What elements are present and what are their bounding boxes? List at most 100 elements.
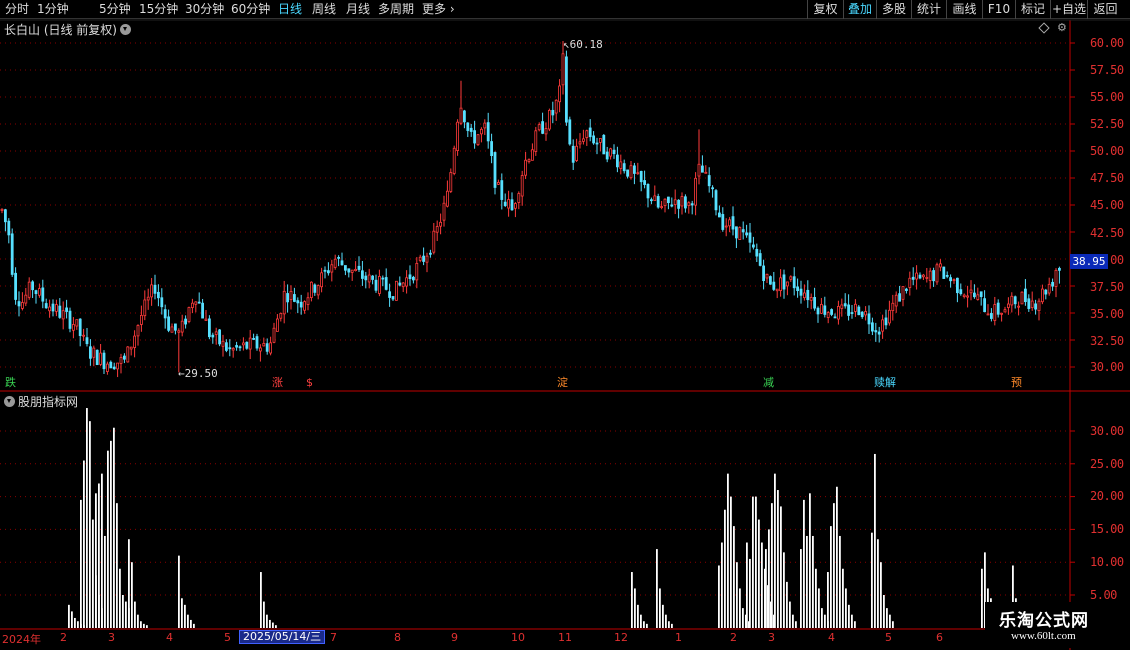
signal-marker[interactable]: 淀 bbox=[556, 376, 569, 390]
candle-body bbox=[877, 331, 881, 335]
signal-marker[interactable]: 跌 bbox=[4, 376, 17, 390]
candle-body bbox=[221, 340, 225, 347]
candle-body bbox=[286, 293, 290, 303]
chevron-down-icon[interactable] bbox=[120, 24, 131, 35]
x-tick-label: 1 bbox=[675, 631, 682, 644]
candle-body bbox=[1017, 305, 1020, 308]
candle-body bbox=[520, 175, 524, 197]
candle-body bbox=[1044, 289, 1048, 295]
settings-icon[interactable]: ⚙ bbox=[1057, 21, 1067, 34]
candle-body bbox=[439, 221, 443, 227]
candle-body bbox=[7, 220, 11, 236]
candle-body bbox=[136, 325, 140, 337]
kline-chart[interactable] bbox=[0, 0, 1130, 650]
indicator-bar bbox=[730, 496, 732, 628]
candle-body bbox=[350, 269, 354, 273]
candle-body bbox=[4, 209, 7, 223]
indicator-bar bbox=[184, 604, 186, 628]
candle-body bbox=[241, 342, 245, 346]
indicator-bar bbox=[98, 483, 100, 628]
indicator-bar bbox=[786, 581, 788, 628]
x-tick-label: 5 bbox=[224, 631, 231, 644]
candle-body bbox=[558, 85, 561, 103]
candle-body bbox=[180, 320, 184, 333]
indicator-bar bbox=[792, 614, 794, 628]
indicator-bar bbox=[137, 614, 139, 628]
indicator-bar bbox=[739, 588, 741, 628]
candle-body bbox=[867, 313, 871, 325]
indicator-bar bbox=[809, 493, 811, 628]
indicator-bar bbox=[892, 621, 894, 628]
candle-body bbox=[537, 124, 541, 131]
candle-body bbox=[364, 275, 368, 281]
indicator-bar bbox=[839, 535, 841, 628]
chart-frame bbox=[0, 19, 1130, 650]
low-price-value: 29.50 bbox=[184, 367, 218, 380]
candle-body bbox=[633, 165, 636, 174]
candle-body bbox=[146, 296, 150, 301]
candle-body bbox=[340, 260, 344, 266]
candle-body bbox=[68, 310, 72, 329]
indicator-bar bbox=[800, 549, 802, 628]
signal-marker[interactable]: 预 bbox=[1010, 376, 1023, 390]
candle-body bbox=[599, 138, 602, 143]
candle-body bbox=[17, 301, 21, 307]
candle-body bbox=[792, 276, 796, 289]
x-tick-label: 4 bbox=[166, 631, 173, 644]
candle-body bbox=[123, 355, 126, 360]
candle-body bbox=[680, 196, 684, 207]
candle-body bbox=[979, 291, 983, 297]
candle-body bbox=[1051, 281, 1054, 287]
candle-body bbox=[626, 169, 629, 177]
signal-marker[interactable]: 涨 bbox=[271, 376, 284, 390]
chevron-down-icon[interactable] bbox=[4, 396, 15, 407]
indicator-bar bbox=[634, 588, 636, 628]
candle-body bbox=[656, 196, 660, 208]
indicator-bar bbox=[777, 490, 779, 628]
signal-marker[interactable]: 赎解 bbox=[873, 376, 897, 390]
indicator-bar bbox=[128, 539, 130, 628]
candle-body bbox=[789, 276, 793, 280]
candle-body bbox=[935, 264, 939, 283]
indicator-bar bbox=[824, 614, 826, 628]
arrow-left-icon: ← bbox=[178, 367, 185, 380]
current-price-tag: 38.95 bbox=[1070, 254, 1108, 269]
x-tick-label: 8 bbox=[394, 631, 401, 644]
sub-chart-title[interactable]: 股朋指标网 bbox=[4, 393, 78, 410]
candle-body bbox=[483, 122, 487, 129]
indicator-bar bbox=[815, 568, 817, 628]
signal-marker[interactable]: $ bbox=[305, 376, 314, 390]
candle-body bbox=[367, 274, 371, 283]
y-tick-label: 60.00 bbox=[1090, 36, 1124, 50]
candle-body bbox=[303, 301, 307, 311]
candle-body bbox=[27, 281, 31, 298]
candle-body bbox=[534, 130, 538, 152]
sub-y-tick-label: 30.00 bbox=[1090, 424, 1124, 438]
candle-body bbox=[1027, 298, 1031, 309]
x-tick-label: 5 bbox=[885, 631, 892, 644]
candle-body bbox=[282, 290, 286, 315]
candle-body bbox=[616, 154, 619, 168]
indicator-bar bbox=[637, 604, 639, 628]
candle-body bbox=[541, 121, 544, 134]
candle-body bbox=[687, 202, 691, 206]
indicator-bar bbox=[122, 595, 124, 628]
indicator-bar bbox=[783, 552, 785, 628]
candle-body bbox=[357, 265, 361, 270]
signal-marker[interactable]: 减 bbox=[762, 376, 775, 390]
indicator-bar bbox=[86, 408, 88, 628]
indicator-bar bbox=[181, 598, 183, 628]
low-price-label: ←29.50 bbox=[178, 367, 218, 380]
candle-body bbox=[803, 292, 806, 299]
candle-body bbox=[289, 290, 293, 301]
candle-body bbox=[238, 346, 242, 349]
indicator-bar bbox=[140, 621, 142, 628]
y-tick-label: 57.50 bbox=[1090, 63, 1124, 77]
candle-body bbox=[201, 302, 205, 319]
candle-body bbox=[92, 347, 96, 358]
main-chart-title[interactable]: 长白山 (日线 前复权) bbox=[4, 21, 131, 38]
candle-body bbox=[531, 149, 534, 161]
candle-body bbox=[514, 203, 517, 209]
candle-body bbox=[881, 319, 884, 332]
candle-body bbox=[248, 337, 252, 350]
